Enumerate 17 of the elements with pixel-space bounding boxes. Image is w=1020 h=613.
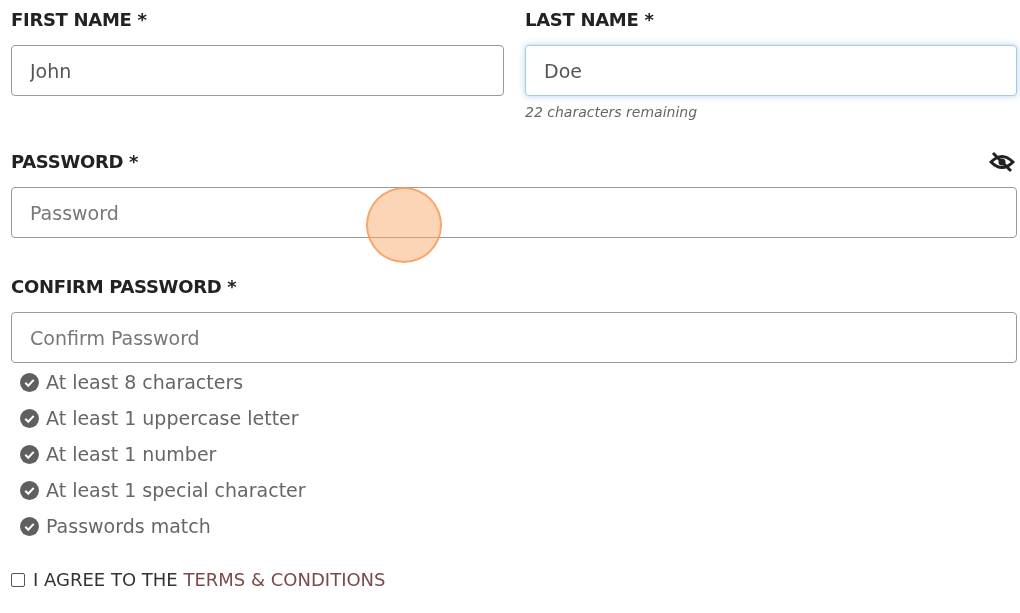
requirement-text: At least 1 uppercase letter bbox=[46, 406, 299, 431]
field-label: PASSWORD * bbox=[11, 150, 139, 174]
requirement-text: At least 1 number bbox=[46, 442, 217, 467]
field-label: FIRST NAME * bbox=[11, 8, 148, 32]
checkbox[interactable] bbox=[11, 572, 25, 587]
field-label: CONFIRM PASSWORD * bbox=[11, 275, 238, 299]
requirement-text: Passwords match bbox=[46, 514, 211, 539]
password-field[interactable]: Password bbox=[11, 187, 1017, 238]
helper-text: 22 characters remaining bbox=[525, 104, 699, 120]
requirement-text: At least 8 characters bbox=[46, 370, 244, 395]
eye-slash-icon[interactable] bbox=[989, 151, 1015, 173]
requirement-text: At least 1 special character bbox=[46, 478, 306, 503]
field-label: LAST NAME * bbox=[525, 8, 655, 32]
agreement-text: I AGREE TO THE TERMS & CONDITIONS bbox=[33, 569, 386, 590]
text-field[interactable]: Doe bbox=[525, 45, 1017, 96]
terms-link[interactable]: TERMS & CONDITIONS bbox=[183, 569, 386, 590]
password-field[interactable]: Confirm Password bbox=[11, 312, 1017, 363]
